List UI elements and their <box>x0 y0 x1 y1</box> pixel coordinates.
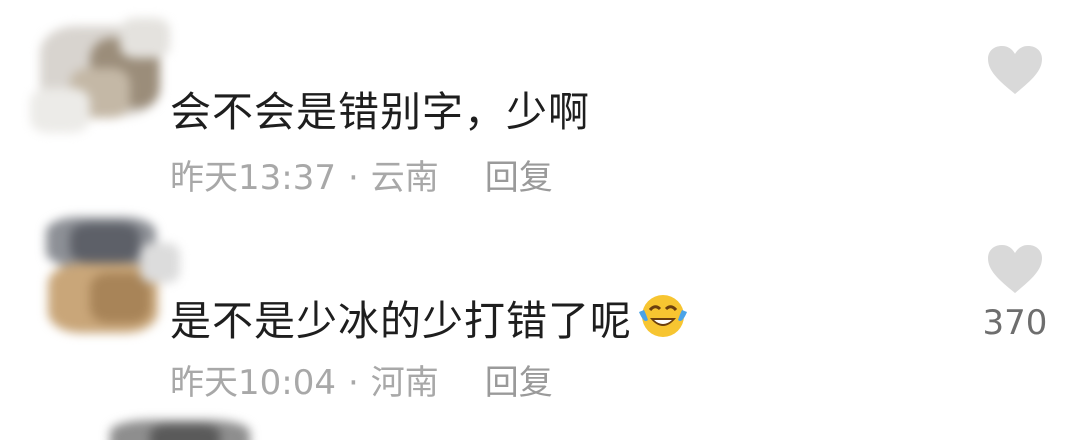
comment-meta: 昨天13:37 · 云南 回复 <box>170 150 553 199</box>
like-button[interactable] <box>986 44 1044 96</box>
comment-time: 昨天13:37 <box>170 158 336 198</box>
heart-icon <box>988 46 1042 94</box>
avatar[interactable] <box>30 8 180 138</box>
comment-time: 昨天10:04 <box>170 363 336 403</box>
like-button[interactable]: 370 <box>983 243 1047 343</box>
comment-text-content: 是不是少冰的少打错了呢 <box>170 297 632 345</box>
comment-item: 会不会是错别字，少啊 昨天13:37 · 云南 回复 <box>0 0 1080 205</box>
comment-text: 会不会是错别字，少啊 <box>170 88 590 136</box>
avatar[interactable] <box>110 420 260 440</box>
comment-item: 是不是少冰的少打错了呢 昨天10:04 · 河南 回复 370 <box>0 205 1080 410</box>
reply-button[interactable]: 回复 <box>485 158 553 198</box>
laughing-tears-emoji <box>636 290 690 350</box>
comment-meta: 昨天10:04 · 河南 回复 <box>170 355 553 404</box>
avatar[interactable] <box>40 213 190 343</box>
like-count: 370 <box>982 303 1048 343</box>
heart-icon <box>988 245 1042 293</box>
comment-feed: 会不会是错别字，少啊 昨天13:37 · 云南 回复 是不是少冰的少打错了呢 昨… <box>0 0 1080 440</box>
comment-item <box>0 410 1080 440</box>
meta-separator: · <box>347 363 359 403</box>
comment-location: 云南 <box>370 158 439 198</box>
comment-location: 河南 <box>370 363 439 403</box>
reply-button[interactable]: 回复 <box>485 363 553 403</box>
meta-separator: · <box>347 158 359 198</box>
comment-text: 是不是少冰的少打错了呢 <box>170 287 690 354</box>
